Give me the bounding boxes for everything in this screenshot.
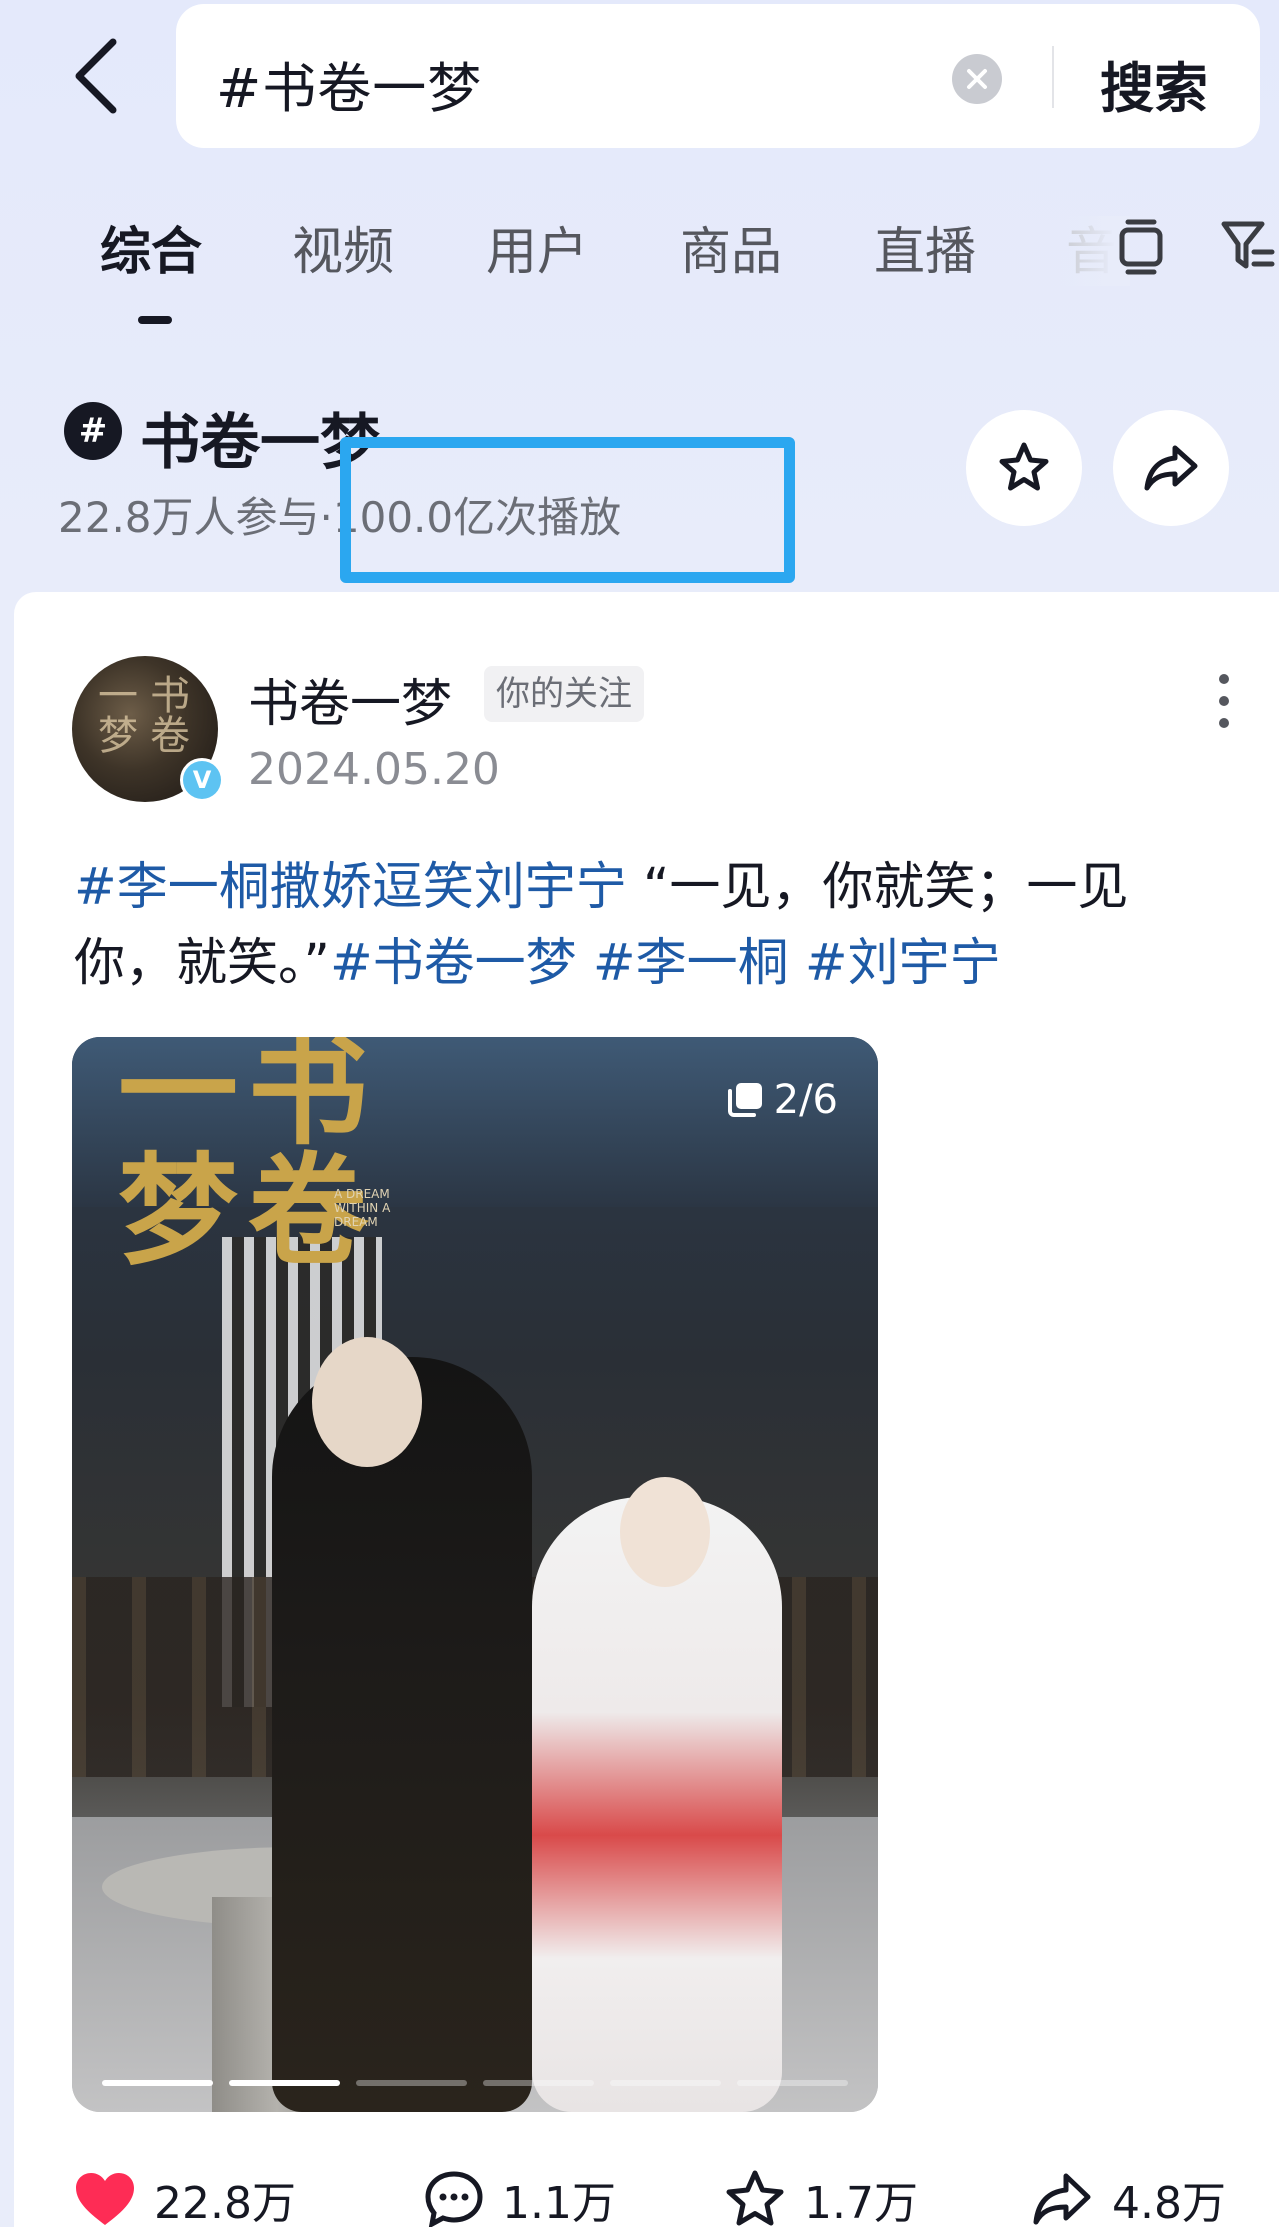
progress-segment xyxy=(229,2080,340,2086)
layout-toggle-button[interactable] xyxy=(1116,216,1166,276)
progress-segment xyxy=(737,2080,848,2086)
page-indicator: 2/6 xyxy=(726,1077,838,1123)
tab-video[interactable]: 视频 xyxy=(292,210,394,284)
filter-button[interactable] xyxy=(1218,216,1278,276)
clear-search-button[interactable] xyxy=(952,54,1002,104)
progress-segment xyxy=(102,2080,213,2086)
filter-icon xyxy=(1221,221,1275,269)
share-icon xyxy=(1144,445,1198,491)
tab-products[interactable]: 商品 xyxy=(680,210,782,284)
post-card[interactable]: 书卷一梦 V 书卷一梦 你的关注 2024.05.20 #李一桐撒娇逗笑刘宇宁 … xyxy=(14,592,1279,2227)
star-icon xyxy=(999,442,1049,491)
comment-icon xyxy=(425,2171,483,2227)
post-date: 2024.05.20 xyxy=(248,744,500,795)
search-tabs: 综合 视频 用户 商品 直播 音 xyxy=(0,200,1279,330)
progress-segment xyxy=(356,2080,467,2086)
share-button[interactable]: 4.8万 xyxy=(1030,2167,1226,2227)
share-count: 4.8万 xyxy=(1112,2178,1226,2227)
image-subtitle: A DREAM WITHIN A DREAM xyxy=(334,1187,391,1229)
more-dot xyxy=(1219,718,1229,728)
favorite-button[interactable]: 1.7万 xyxy=(724,2167,918,2227)
follow-status-badge: 你的关注 xyxy=(484,666,644,722)
search-divider xyxy=(1052,46,1054,108)
topic-participants: 22.8万人参与 xyxy=(58,493,320,542)
back-button[interactable] xyxy=(66,36,126,116)
favorite-topic-button[interactable] xyxy=(966,410,1082,526)
hashtag-link[interactable]: #李一桐 xyxy=(593,934,789,993)
topic-separator: · xyxy=(319,493,333,542)
heart-icon xyxy=(76,2173,134,2225)
favorite-count: 1.7万 xyxy=(804,2178,918,2227)
more-dot xyxy=(1219,696,1229,706)
tab-users[interactable]: 用户 xyxy=(486,210,588,284)
hashtag-link[interactable]: #书卷一梦 xyxy=(330,934,577,993)
search-box[interactable]: #书卷一梦 搜索 xyxy=(176,4,1260,148)
author-name[interactable]: 书卷一梦 xyxy=(248,662,452,736)
image-figure-woman xyxy=(532,1497,782,2112)
image-figure-man xyxy=(272,1357,532,2112)
share-topic-button[interactable] xyxy=(1113,410,1229,526)
carousel-progress xyxy=(102,2080,848,2086)
gallery-icon xyxy=(727,1083,762,1117)
comment-button[interactable]: 1.1万 xyxy=(424,2167,616,2227)
hashtag-link[interactable]: #李一桐撒娇逗笑刘宇宁 xyxy=(74,858,627,917)
post-actions: 22.8万 1.1万 1.7万 4.8万 xyxy=(14,2167,1279,2227)
more-options-button[interactable] xyxy=(1204,666,1244,736)
image-title-calligraphy: 书卷一梦 xyxy=(97,1037,368,1267)
search-input[interactable]: #书卷一梦 xyxy=(216,44,482,123)
share-icon xyxy=(1033,2173,1091,2225)
like-button[interactable]: 22.8万 xyxy=(74,2167,296,2227)
layout-icon xyxy=(1119,219,1163,275)
page-indicator-text: 2/6 xyxy=(773,1077,838,1123)
hashtag-icon: # xyxy=(64,402,122,460)
progress-segment xyxy=(483,2080,594,2086)
comment-count: 1.1万 xyxy=(502,2178,616,2227)
tab-comprehensive[interactable]: 综合 xyxy=(100,210,202,284)
tab-live[interactable]: 直播 xyxy=(874,210,976,284)
active-tab-indicator xyxy=(138,316,172,324)
verified-badge: V xyxy=(180,758,224,802)
more-vertical-icon xyxy=(1219,674,1229,684)
image-figure-man xyxy=(312,1337,422,1467)
clear-icon xyxy=(967,69,987,89)
avatar-calligraphy: 书卷一梦 xyxy=(91,674,189,754)
chevron-left-icon xyxy=(75,38,117,114)
star-icon xyxy=(726,2170,784,2226)
annotation-highlight-box xyxy=(340,437,795,583)
post-image-carousel[interactable]: 书卷一梦 A DREAM WITHIN A DREAM 2/6 xyxy=(72,1037,878,2112)
verified-icon: V xyxy=(183,761,221,799)
hashtag-link[interactable]: #刘宇宁 xyxy=(805,934,1001,993)
progress-segment xyxy=(610,2080,721,2086)
like-count: 22.8万 xyxy=(154,2178,296,2227)
image-figure-woman xyxy=(620,1477,710,1587)
post-caption: #李一桐撒娇逗笑刘宇宁 “一见，你就笑；一见你，就笑。”#书卷一梦 #李一桐 #… xyxy=(74,850,1224,1002)
search-button[interactable]: 搜索 xyxy=(1100,44,1208,123)
